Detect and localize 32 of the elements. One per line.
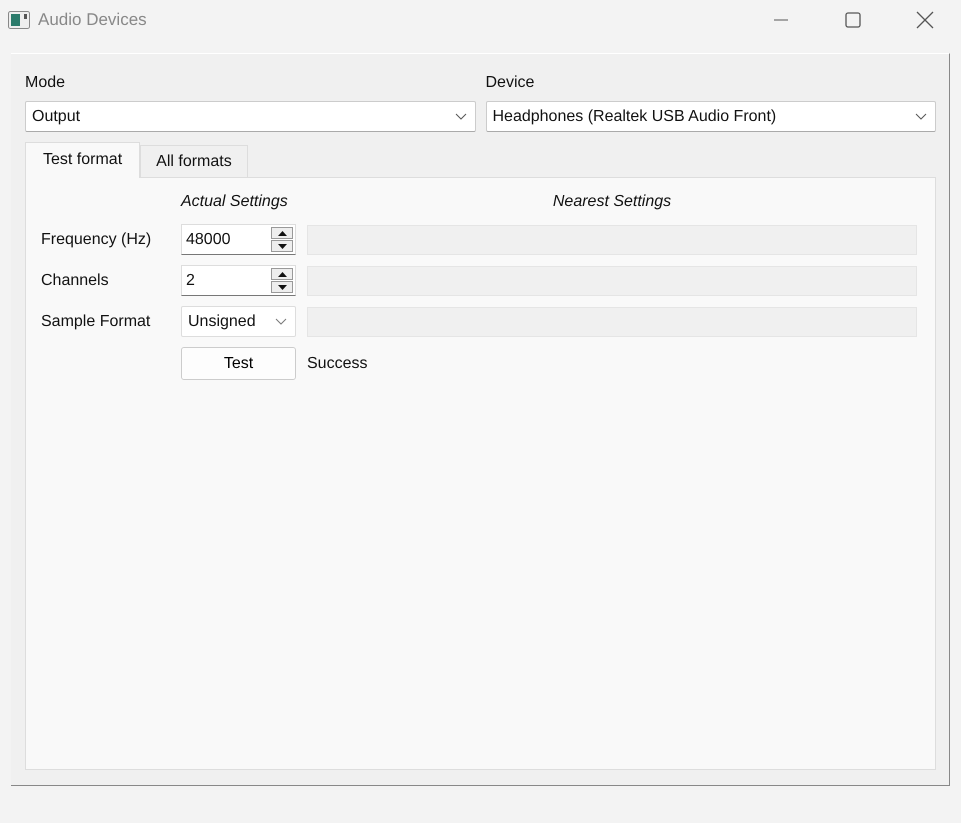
field-label: Frequency (Hz) — [41, 230, 152, 250]
device-dropdown[interactable]: Headphones (Realtek USB Audio Front) — [486, 101, 936, 132]
chevron-icon — [454, 113, 466, 120]
up-arrow-button[interactable] — [271, 268, 293, 280]
column-heading: Actual Settings — [181, 192, 289, 212]
down-arrow-button[interactable] — [271, 281, 293, 293]
spin-box[interactable]: 2 — [181, 265, 296, 296]
field-label: Sample Format — [41, 312, 152, 332]
device-label: Device — [486, 73, 536, 93]
up-arrow-button[interactable] — [271, 227, 293, 239]
maximize-icon — [845, 12, 861, 28]
format-dropdown[interactable]: Unsigned — [181, 306, 296, 337]
chevron-icon — [275, 318, 287, 325]
test-button[interactable]: Test — [181, 347, 296, 380]
tab[interactable]: All formats — [140, 145, 248, 177]
field-label: Channels — [41, 270, 110, 290]
down-arrow-button[interactable] — [271, 240, 293, 252]
mode-label: Mode — [25, 73, 66, 93]
down-triangle-icon — [278, 284, 286, 290]
result-text: Success — [307, 354, 368, 374]
app-icon — [8, 11, 30, 29]
tab[interactable]: Test format — [25, 142, 140, 178]
close-icon — [916, 11, 934, 29]
down-triangle-icon — [278, 244, 286, 248]
minimize-icon — [774, 19, 788, 21]
chevron-icon — [915, 113, 927, 120]
up-triangle-icon — [278, 272, 286, 276]
spin-box[interactable]: 48000 — [181, 224, 296, 255]
mode-dropdown[interactable]: Output — [25, 101, 476, 132]
window-title: Audio Devices — [38, 9, 147, 32]
column-heading: Nearest Settings — [552, 192, 672, 212]
up-triangle-icon — [278, 230, 286, 236]
